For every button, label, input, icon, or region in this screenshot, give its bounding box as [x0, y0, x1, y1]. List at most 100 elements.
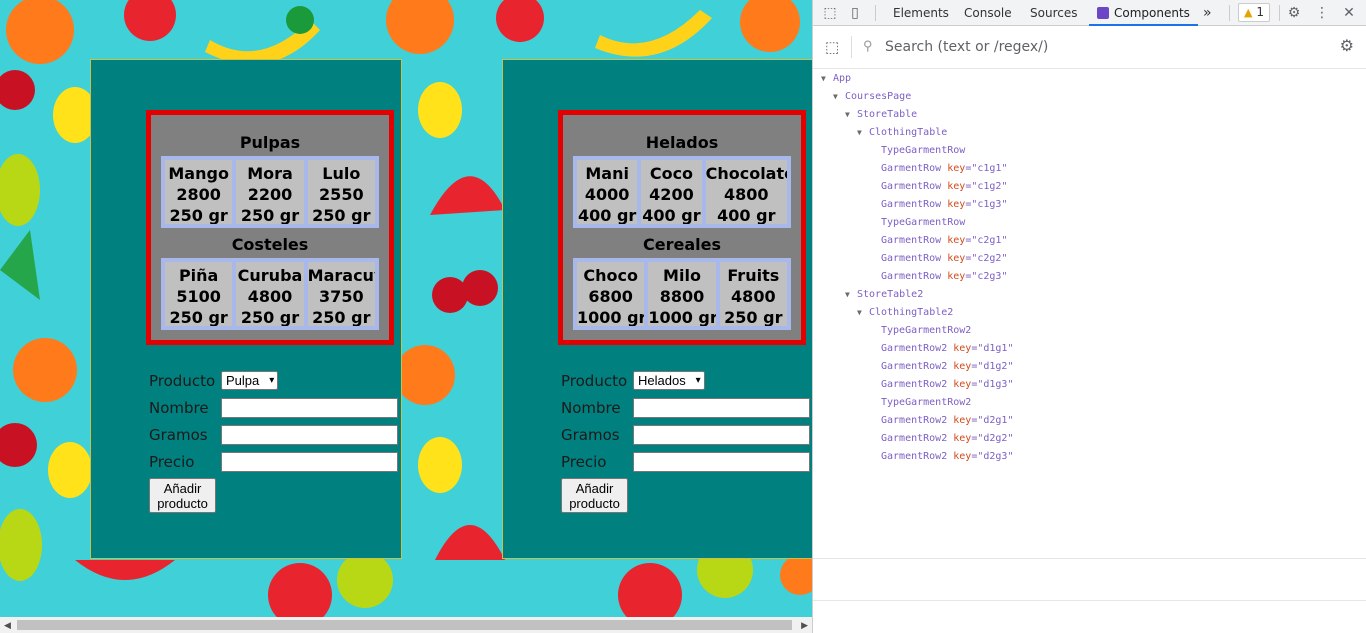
- inspect-element-icon[interactable]: ⬚: [821, 4, 839, 22]
- device-toggle-icon[interactable]: ▯: [846, 4, 864, 22]
- tree-node[interactable]: GarmentRow key="c1g3": [813, 196, 1366, 214]
- product-name: Mora: [247, 164, 293, 183]
- producto-select[interactable]: Helados ▾: [633, 371, 705, 390]
- product-weight: 250 gr: [724, 308, 783, 327]
- precio-label: Precio: [561, 453, 607, 471]
- product-cell: Piña 5100 250 gr: [163, 260, 235, 328]
- expand-toggle-icon[interactable]: ▼: [833, 88, 838, 106]
- tree-node[interactable]: TypeGarmentRow2: [813, 394, 1366, 412]
- gramos-input[interactable]: [221, 425, 398, 445]
- select-component-icon[interactable]: ⬚: [825, 38, 839, 56]
- add-product-button-line2: producto: [569, 496, 620, 511]
- tree-node[interactable]: GarmentRow key="c2g1": [813, 232, 1366, 250]
- product-cell: Maracuyá 3750 250 gr: [305, 260, 377, 328]
- tree-node[interactable]: TypeGarmentRow: [813, 142, 1366, 160]
- tree-node[interactable]: ▼ ClothingTable2: [813, 304, 1366, 322]
- horizontal-scrollbar[interactable]: ◀ ▶: [0, 617, 812, 633]
- tree-node[interactable]: ▼ App: [813, 70, 1366, 88]
- expand-toggle-icon[interactable]: ▼: [845, 286, 850, 304]
- tree-node-label: StoreTable: [857, 106, 917, 124]
- add-product-button[interactable]: Añadir producto: [149, 478, 216, 513]
- search-input[interactable]: Search (text or /regex/): [885, 39, 1048, 55]
- toolbar-divider: [875, 5, 876, 21]
- product-price: 5100: [176, 287, 221, 306]
- tree-node[interactable]: GarmentRow2 key="d1g1": [813, 340, 1366, 358]
- product-price: 8800: [659, 287, 705, 306]
- settings-gear-icon[interactable]: ⚙: [1285, 4, 1303, 22]
- tree-node[interactable]: GarmentRow key="c2g3": [813, 268, 1366, 286]
- component-name: TypeGarmentRow: [881, 145, 966, 156]
- tree-node[interactable]: GarmentRow2 key="d1g3": [813, 376, 1366, 394]
- product-name: Milo: [663, 266, 701, 285]
- tree-node[interactable]: ▼ StoreTable2: [813, 286, 1366, 304]
- key-attr-value: c1g3: [977, 199, 1002, 210]
- key-attr-value: d1g1: [983, 343, 1008, 354]
- scroll-right-icon[interactable]: ▶: [801, 620, 808, 631]
- product-cell: Choco 6800 1000 gr: [575, 260, 647, 328]
- product-cell: Milo 8800 1000 gr: [646, 260, 718, 328]
- tree-node[interactable]: GarmentRow key="c1g1": [813, 160, 1366, 178]
- tree-node[interactable]: GarmentRow key="c1g2": [813, 178, 1366, 196]
- product-cell: Lulo 2550 250 gr: [305, 158, 377, 226]
- tree-node[interactable]: ▼ CoursesPage: [813, 88, 1366, 106]
- producto-select[interactable]: Pulpa ▾: [221, 371, 279, 390]
- divider: [813, 600, 1366, 601]
- producto-select-value: Helados: [638, 373, 686, 388]
- kebab-menu-icon[interactable]: ⋮: [1313, 4, 1331, 22]
- product-price: 2800: [176, 185, 221, 204]
- more-tabs-icon[interactable]: »: [1203, 0, 1212, 26]
- product-weight: 400 gr: [642, 206, 701, 225]
- product-name: Curuba: [237, 266, 303, 285]
- close-icon[interactable]: ✕: [1340, 4, 1358, 22]
- product-name: Fruits: [727, 266, 780, 285]
- gramos-input[interactable]: [633, 425, 810, 445]
- tab-sources[interactable]: Sources: [1030, 0, 1077, 26]
- component-name: GarmentRow2: [881, 343, 948, 354]
- component-tree: ▼ App ▼ CoursesPage ▼ StoreTable ▼ ClothingTabl…: [813, 70, 1366, 466]
- component-name: GarmentRow: [881, 199, 942, 210]
- expand-toggle-icon[interactable]: ▼: [857, 304, 862, 322]
- expand-toggle-icon[interactable]: ▼: [821, 70, 826, 88]
- tree-node[interactable]: ▼ ClothingTable: [813, 124, 1366, 142]
- tree-node[interactable]: GarmentRow2 key="d2g3": [813, 448, 1366, 466]
- product-weight: 1000 gr: [577, 308, 647, 327]
- warning-badge[interactable]: ▲ 1: [1238, 3, 1270, 22]
- tree-node-label: GarmentRow key="c2g2": [881, 253, 1008, 264]
- tab-console[interactable]: Console: [964, 0, 1012, 26]
- scroll-left-icon[interactable]: ◀: [4, 620, 11, 631]
- key-attr-label: key: [941, 199, 966, 210]
- tree-node[interactable]: GarmentRow2 key="d1g2": [813, 358, 1366, 376]
- category-title: Pulpas: [239, 133, 301, 152]
- tree-node-label: GarmentRow2 key="d2g3": [881, 451, 1014, 462]
- product-price: 2550: [319, 185, 364, 204]
- tree-node[interactable]: ▼ StoreTable: [813, 106, 1366, 124]
- tab-elements[interactable]: Elements: [893, 0, 949, 26]
- tree-node[interactable]: GarmentRow2 key="d2g2": [813, 430, 1366, 448]
- precio-input[interactable]: [633, 452, 810, 472]
- tree-node[interactable]: GarmentRow2 key="d2g1": [813, 412, 1366, 430]
- tree-node[interactable]: GarmentRow key="c2g2": [813, 250, 1366, 268]
- product-cell: Mani 4000 400 gr: [575, 158, 640, 226]
- tab-components-label: Components: [1114, 6, 1190, 20]
- expand-toggle-icon[interactable]: ▼: [845, 106, 850, 124]
- add-product-button-line2: producto: [157, 496, 208, 511]
- add-product-form-2: Producto Helados ▾ Nombre Gramos Precio …: [561, 368, 812, 513]
- tree-node[interactable]: TypeGarmentRow2: [813, 322, 1366, 340]
- product-price: 4800: [731, 287, 776, 306]
- devtools-panel: ⬚ ▯ Elements Console Sources Components …: [812, 0, 1366, 633]
- add-product-button-line1: Añadir: [163, 481, 202, 496]
- key-attr-value: c2g2: [977, 253, 1002, 264]
- key-attr-value: d1g3: [983, 379, 1008, 390]
- tree-node-label: ClothingTable: [869, 124, 947, 142]
- key-attr-label: key: [941, 163, 966, 174]
- tab-components[interactable]: Components: [1089, 0, 1198, 26]
- add-product-button[interactable]: Añadir producto: [561, 478, 628, 513]
- expand-toggle-icon[interactable]: ▼: [857, 124, 862, 142]
- product-price: 2200: [247, 185, 293, 204]
- precio-input[interactable]: [221, 452, 398, 472]
- scrollbar-thumb[interactable]: [17, 620, 792, 630]
- components-settings-icon[interactable]: ⚙: [1340, 36, 1354, 56]
- nombre-input[interactable]: [633, 398, 810, 418]
- nombre-input[interactable]: [221, 398, 398, 418]
- tree-node[interactable]: TypeGarmentRow: [813, 214, 1366, 232]
